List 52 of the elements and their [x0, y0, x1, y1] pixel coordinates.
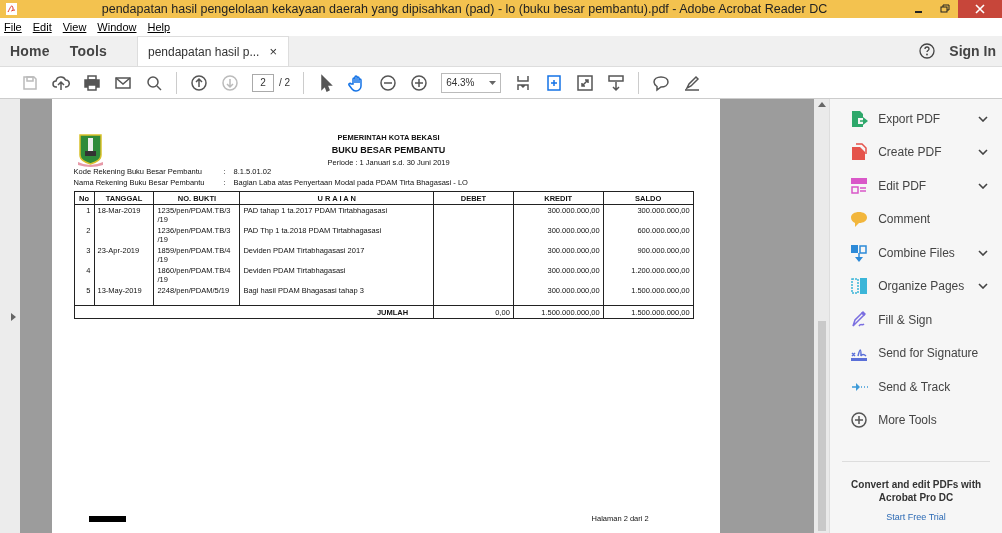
full-screen-icon[interactable]: [576, 73, 595, 92]
menu-item[interactable]: View: [62, 21, 87, 33]
tool-item[interactable]: Create PDF: [850, 142, 1002, 162]
tool-item[interactable]: Export PDF: [850, 109, 1002, 128]
menu-item[interactable]: File: [4, 21, 22, 33]
chevron-down-icon[interactable]: [978, 182, 988, 189]
help-icon[interactable]: [919, 43, 936, 59]
chevron-down-icon[interactable]: [978, 283, 988, 289]
chevron-down-icon[interactable]: [978, 149, 988, 155]
scrollbar-thumb[interactable]: [817, 321, 826, 531]
highlight-pen-icon[interactable]: [683, 73, 702, 92]
document-title: BUKU BESAR PEMBANTU: [331, 145, 446, 155]
tool-item[interactable]: Organize Pages: [850, 276, 1002, 296]
printed-stamp: [88, 516, 126, 522]
emblem-logo: [76, 133, 104, 167]
nav-tab[interactable]: Home: [0, 36, 60, 66]
promo-text: Convert and edit PDFs with Acrobat Pro DC: [850, 478, 983, 504]
tool-item[interactable]: Fill & Sign: [850, 310, 1002, 329]
tool-item[interactable]: More Tools: [850, 410, 1002, 430]
free-trial-link[interactable]: Start Free Trial: [886, 512, 946, 522]
close-icon[interactable]: [958, 0, 1002, 18]
sign-in-button[interactable]: Sign In: [949, 36, 996, 66]
menu-item[interactable]: Edit: [32, 21, 52, 33]
window-title: pendapatan hasil pengelolaan kekayaan daerah yang dipisahkan (pad) - lo (buku besar pembantu).pdf - Adobe Acrobat Reader DC: [100, 2, 829, 16]
menu-item[interactable]: Help: [147, 21, 171, 33]
expand-left-icon[interactable]: [11, 312, 16, 321]
page-total: / 2: [279, 77, 291, 88]
tool-item[interactable]: Send for Signature: [850, 343, 1002, 363]
fit-width-icon[interactable]: [545, 73, 564, 92]
comment-icon[interactable]: [652, 73, 671, 92]
nav-tab[interactable]: Tools: [59, 36, 117, 66]
print-icon[interactable]: [83, 73, 101, 92]
tool-item[interactable]: Send & Track: [850, 377, 1002, 396]
page-number-field[interactable]: 2: [252, 73, 274, 92]
cloud-upload-icon[interactable]: [52, 73, 70, 92]
chevron-down-icon[interactable]: [978, 115, 988, 122]
app-icon: [6, 3, 17, 15]
zoom-out-icon[interactable]: [379, 73, 398, 92]
zoom-in-icon[interactable]: [410, 73, 429, 92]
tool-item[interactable]: Comment: [850, 209, 1002, 229]
tab-close-button[interactable]: ×: [269, 44, 277, 59]
menu-item[interactable]: Window: [97, 21, 137, 33]
read-mode-icon[interactable]: [607, 73, 626, 92]
chevron-down-icon[interactable]: [978, 249, 988, 256]
tool-item[interactable]: Edit PDF: [850, 176, 1002, 195]
scroll-up-icon[interactable]: [817, 102, 826, 107]
caret-icon: [489, 80, 497, 85]
arrow-up-icon[interactable]: [190, 73, 208, 92]
zoom-dropdown[interactable]: 64.3%: [441, 72, 502, 93]
search-icon[interactable]: [145, 73, 163, 92]
document-tab[interactable]: pendapatan hasil p... ×: [137, 36, 289, 66]
tool-item[interactable]: Combine Files: [850, 243, 1002, 262]
